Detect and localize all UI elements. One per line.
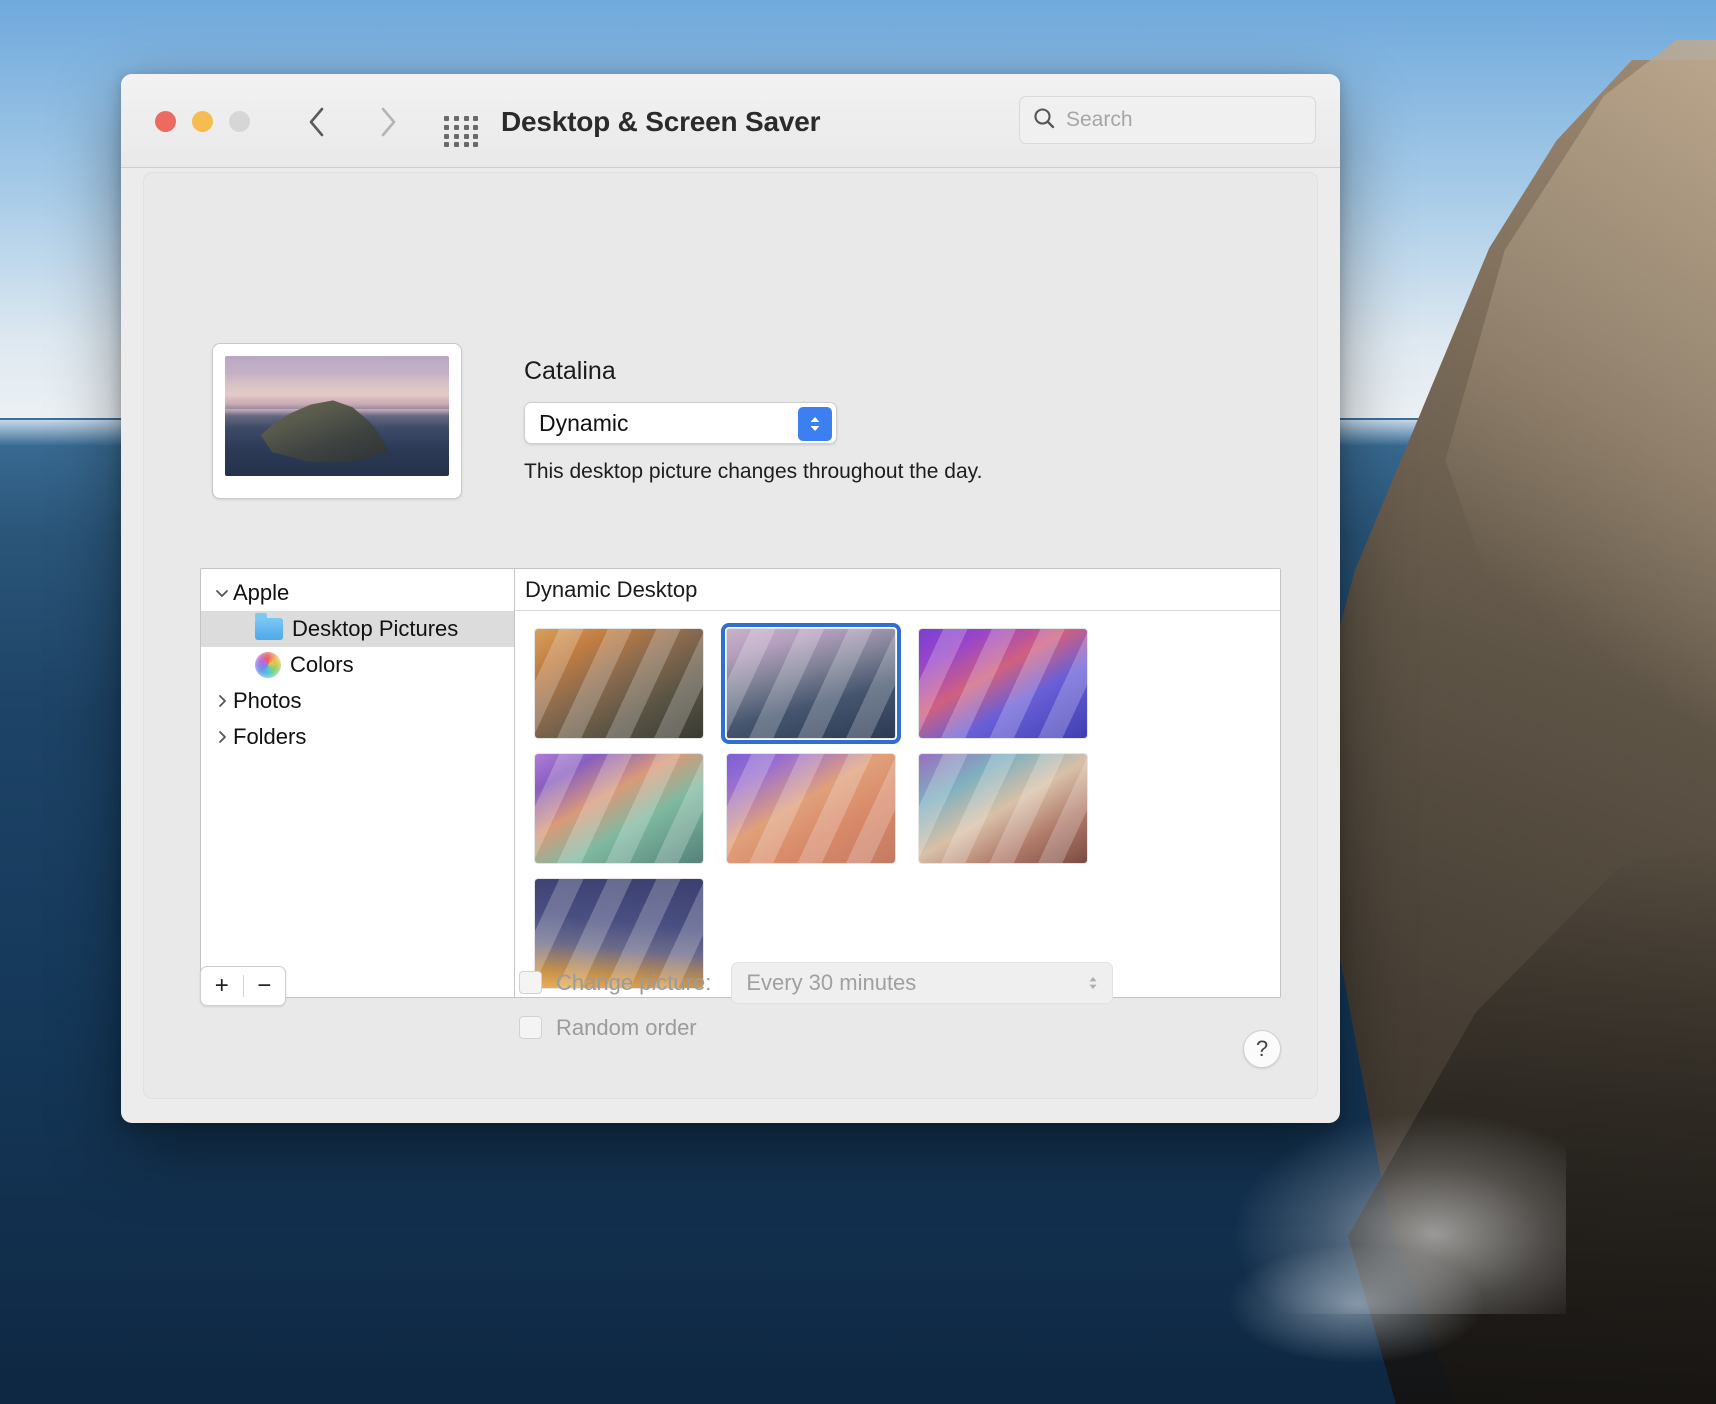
change-picture-label: Change picture: <box>556 970 711 996</box>
time-of-day-stripes <box>535 754 703 863</box>
remove-folder-button[interactable]: − <box>244 974 286 998</box>
time-of-day-stripes <box>727 754 895 863</box>
help-button[interactable]: ? <box>1243 1030 1281 1068</box>
chevron-left-icon <box>307 106 327 138</box>
wallpaper-thumb-big-sur-coast[interactable] <box>919 754 1087 863</box>
desktop-options: Change picture: Every 30 minutes <box>519 960 1113 1050</box>
change-picture-checkbox[interactable] <box>519 971 542 994</box>
wallpaper-thumb-big-sur-graphic[interactable] <box>919 629 1087 738</box>
wallpaper-thumb-big-sur-shore[interactable] <box>535 754 703 863</box>
sidebar-item-label: Photos <box>233 688 302 714</box>
traffic-lights <box>155 111 250 132</box>
chevron-right-icon[interactable] <box>211 730 233 744</box>
window-titlebar: Desktop & Screen Saver <box>121 74 1340 168</box>
page-title: Desktop & Screen Saver <box>501 106 820 138</box>
group-header-dynamic-desktop: Dynamic Desktop <box>515 569 1280 611</box>
bottom-controls: + − Change picture: Every 30 minutes <box>200 960 1281 1070</box>
wallpaper-name: Catalina <box>524 357 982 386</box>
source-sidebar: Apple Desktop Pictures Colors <box>201 569 515 997</box>
back-button[interactable] <box>300 104 334 140</box>
thumb-grid-dynamic <box>515 611 1280 997</box>
desktop-wallpaper: Desktop & Screen Saver Desktop Screen Sa… <box>0 0 1716 1404</box>
wallpaper-type-value: Dynamic <box>539 410 628 437</box>
preview-image <box>225 356 449 476</box>
surf-foam-secondary <box>1226 1244 1486 1364</box>
change-interval-popup[interactable]: Every 30 minutes <box>731 962 1113 1004</box>
stepper-chevrons-icon[interactable] <box>798 407 832 441</box>
sidebar-item-photos[interactable]: Photos <box>201 683 514 719</box>
wallpaper-thumb-catalina[interactable] <box>727 629 895 738</box>
preview-meta: Catalina Dynamic This desktop picture ch… <box>524 343 982 484</box>
preview-island <box>261 392 400 462</box>
sidebar-item-label: Folders <box>233 724 306 750</box>
sidebar-item-colors[interactable]: Colors <box>201 647 514 683</box>
search-input[interactable] <box>1066 108 1303 132</box>
minimize-button[interactable] <box>192 111 213 132</box>
time-of-day-stripes <box>535 629 703 738</box>
change-interval-value: Every 30 minutes <box>746 970 916 996</box>
forward-button[interactable] <box>371 104 405 140</box>
wallpaper-type-popup[interactable]: Dynamic <box>524 402 837 444</box>
close-button[interactable] <box>155 111 176 132</box>
search-icon <box>1032 106 1056 135</box>
browser-split-view: Apple Desktop Pictures Colors <box>200 568 1281 998</box>
sidebar-item-label: Apple <box>233 580 289 606</box>
add-remove-segmented-control: + − <box>200 966 286 1006</box>
preview-row: Catalina Dynamic This desktop picture ch… <box>212 343 982 499</box>
random-order-row: Random order <box>519 1005 1113 1050</box>
time-of-day-stripes <box>727 629 895 738</box>
sidebar-item-folders[interactable]: Folders <box>201 719 514 755</box>
system-preferences-window: Desktop & Screen Saver Desktop Screen Sa… <box>121 74 1340 1123</box>
color-wheel-icon <box>255 652 281 678</box>
chevron-up-down-icon <box>1086 974 1100 992</box>
sidebar-item-label: Desktop Pictures <box>292 616 458 642</box>
wallpaper-thumb-big-sur-dunes[interactable] <box>727 754 895 863</box>
chevron-right-icon[interactable] <box>211 694 233 708</box>
time-of-day-stripes <box>919 754 1087 863</box>
folder-icon <box>255 618 283 640</box>
current-wallpaper-preview[interactable] <box>212 343 462 499</box>
random-order-label: Random order <box>556 1015 697 1041</box>
show-all-grid-icon[interactable] <box>444 116 480 148</box>
content-card: Catalina Dynamic This desktop picture ch… <box>143 172 1318 1099</box>
add-folder-button[interactable]: + <box>201 974 243 998</box>
wallpaper-grid-pane[interactable]: Dynamic Desktop <box>515 569 1280 997</box>
zoom-button[interactable] <box>229 111 250 132</box>
sidebar-item-apple[interactable]: Apple <box>201 575 514 611</box>
change-picture-row: Change picture: Every 30 minutes <box>519 960 1113 1005</box>
wallpaper-thumb-mojave[interactable] <box>535 629 703 738</box>
chevron-down-icon[interactable] <box>211 586 233 600</box>
chevron-right-icon <box>378 106 398 138</box>
random-order-checkbox[interactable] <box>519 1016 542 1039</box>
time-of-day-stripes <box>919 629 1087 738</box>
search-field[interactable] <box>1019 96 1316 144</box>
wallpaper-description: This desktop picture changes throughout … <box>524 460 982 484</box>
sidebar-item-desktop-pictures[interactable]: Desktop Pictures <box>201 611 514 647</box>
sidebar-item-label: Colors <box>290 652 354 678</box>
